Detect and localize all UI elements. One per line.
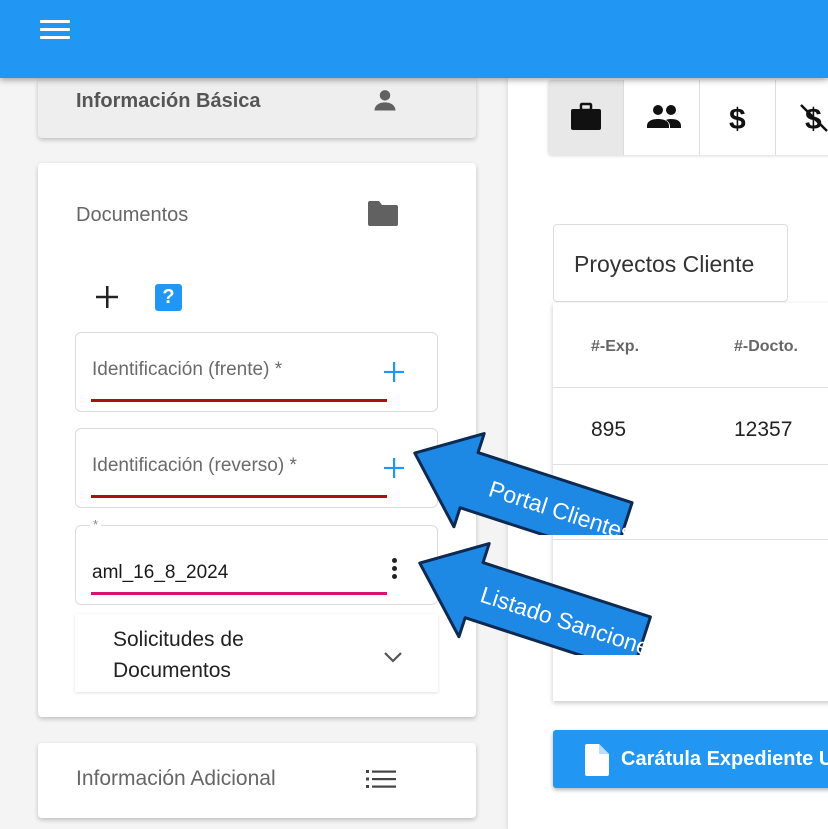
field-required-mark: * bbox=[90, 517, 102, 532]
id-back-field[interactable]: Identificación (reverso) * bbox=[75, 428, 438, 508]
caratula-expediente-button[interactable]: Carátula Expediente U bbox=[553, 730, 828, 788]
dollar-icon: $ bbox=[729, 103, 746, 134]
people-icon bbox=[647, 105, 681, 128]
sanctions-list-underline bbox=[91, 592, 387, 595]
sanctions-list-value: aml_16_8_2024 bbox=[92, 562, 229, 583]
id-front-field[interactable]: Identificación (frente) * bbox=[75, 332, 438, 412]
plus-icon[interactable] bbox=[382, 360, 406, 384]
tab-briefcase[interactable] bbox=[548, 80, 624, 155]
table-cell-docto[interactable]: 12357 bbox=[734, 418, 792, 442]
more-vertical-icon[interactable] bbox=[390, 558, 398, 582]
dollar-off-icon: $ bbox=[800, 103, 828, 134]
plus-icon[interactable] bbox=[94, 284, 120, 310]
document-requests-label: Solicitudes de Documentos bbox=[113, 624, 244, 686]
document-icon bbox=[585, 744, 609, 776]
folder-icon bbox=[368, 201, 398, 226]
tab-people[interactable] bbox=[624, 80, 700, 155]
sanctions-list-field[interactable]: * aml_16_8_2024 bbox=[75, 517, 438, 605]
basic-info-card[interactable]: Información Básica bbox=[38, 78, 476, 138]
additional-info-card[interactable]: Información Adicional bbox=[38, 743, 476, 818]
top-app-bar bbox=[0, 0, 828, 78]
document-requests-label-line1: Solicitudes de bbox=[113, 628, 244, 651]
header-divider bbox=[553, 387, 828, 388]
hamburger-menu-icon[interactable] bbox=[40, 20, 70, 40]
person-icon bbox=[374, 90, 396, 111]
additional-info-title: Información Adicional bbox=[76, 767, 276, 790]
id-front-underline bbox=[91, 399, 387, 402]
callout-listado-sanciones: Listado Sanciones bbox=[418, 542, 664, 655]
column-header-docto[interactable]: #-Docto. bbox=[734, 338, 798, 356]
chevron-down-icon[interactable] bbox=[383, 650, 403, 664]
caratula-expediente-label: Carátula Expediente U bbox=[621, 748, 828, 770]
tab-dollar[interactable]: $ bbox=[700, 80, 776, 155]
id-back-underline bbox=[91, 495, 387, 498]
callout-portal-clientes: Portal Clientes bbox=[413, 432, 636, 535]
section-tabs: $ $ bbox=[548, 80, 828, 155]
document-requests-accordion[interactable]: Solicitudes de Documentos bbox=[75, 614, 438, 692]
column-header-exp[interactable]: #-Exp. bbox=[591, 338, 639, 356]
tab-dollar-off[interactable]: $ bbox=[776, 80, 828, 155]
svg-text:$: $ bbox=[729, 103, 746, 134]
document-requests-label-line2: Documentos bbox=[113, 659, 231, 682]
help-icon[interactable]: ? bbox=[155, 284, 182, 311]
list-icon bbox=[366, 770, 396, 788]
basic-info-title: Información Básica bbox=[76, 90, 261, 112]
briefcase-icon bbox=[571, 102, 601, 130]
client-projects-button[interactable]: Proyectos Cliente bbox=[553, 224, 788, 302]
id-back-label: Identificación (reverso) * bbox=[92, 455, 297, 476]
id-front-label: Identificación (frente) * bbox=[92, 359, 283, 380]
documents-title: Documentos bbox=[76, 204, 189, 226]
